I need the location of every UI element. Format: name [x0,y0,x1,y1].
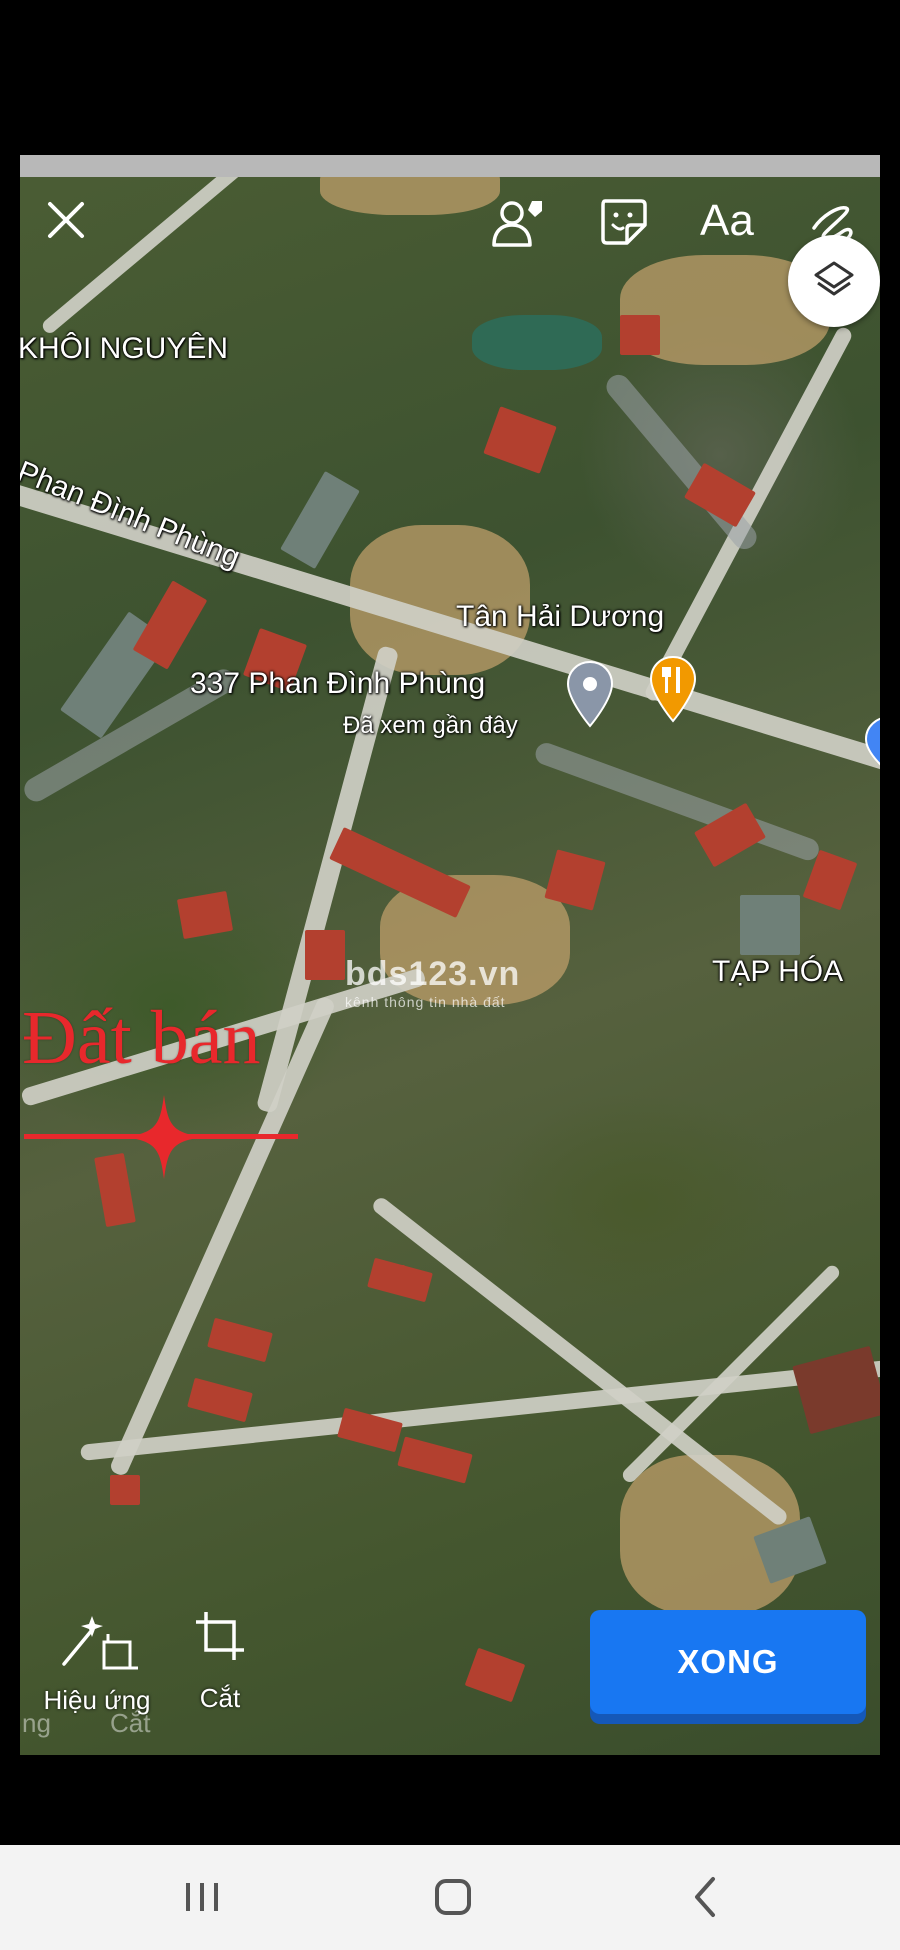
ghost-label: ng [22,1708,51,1738]
place-pin-icon[interactable] [862,715,880,775]
recents-icon[interactable] [162,1865,242,1929]
address-label: 337 Phan Đình Phùng [190,667,486,700]
effects-icon [62,1616,138,1670]
layers-icon [814,261,854,296]
building [305,930,345,980]
building [367,1257,433,1303]
done-button[interactable]: XONG [590,1610,866,1714]
restaurant-pin-icon[interactable] [648,655,698,725]
navigation-bar [0,1845,900,1950]
crop-icon [196,1612,244,1660]
road [40,157,249,336]
tag-people-icon[interactable] [490,195,546,251]
route-line [601,370,762,554]
watermark-tagline: kênh thông tin nhà đất [345,994,506,1010]
ghost-label: Cắt [110,1708,151,1738]
effects-tool[interactable]: Hiệu ứng [32,1608,162,1716]
home-icon[interactable] [413,1865,493,1929]
watermark: bds123.vn kênh thông tin nhà đất [345,955,570,1023]
map-top-strip [20,155,880,177]
location-pin-icon[interactable] [565,660,615,730]
road [642,325,855,704]
place-label: KHÔI NGUYÊN [20,332,229,365]
text-tool-button[interactable]: Aa [700,196,754,246]
building [792,1345,880,1435]
building [620,315,660,355]
screen: KHÔI NGUYÊN Phan Đình Phùng Tân Hải Dươn… [0,0,900,1950]
building [280,471,360,569]
building [207,1317,273,1363]
layers-button[interactable] [788,235,880,327]
place-label: Tân Hải Dương [456,600,665,633]
building [397,1436,473,1484]
building [187,1377,253,1423]
building [740,895,800,955]
close-icon[interactable] [46,200,86,240]
place-label: TẠP HÓA [712,955,844,988]
watermark-brand: bds123.vn [345,955,521,993]
sparkle-icon [124,1095,204,1179]
road [370,1195,790,1528]
pond [472,315,602,370]
building [110,1475,140,1505]
crop-label: Cắt [199,1683,241,1713]
sticker-icon[interactable] [597,195,649,247]
building [464,1647,526,1703]
crop-tool[interactable]: Cắt [180,1608,260,1714]
route-line [532,740,822,864]
recent-label: Đã xem gần đây [343,712,518,739]
annotation-text[interactable]: Đất bán [22,995,260,1082]
building [483,406,557,474]
building [176,890,234,940]
back-icon[interactable] [665,1865,745,1929]
